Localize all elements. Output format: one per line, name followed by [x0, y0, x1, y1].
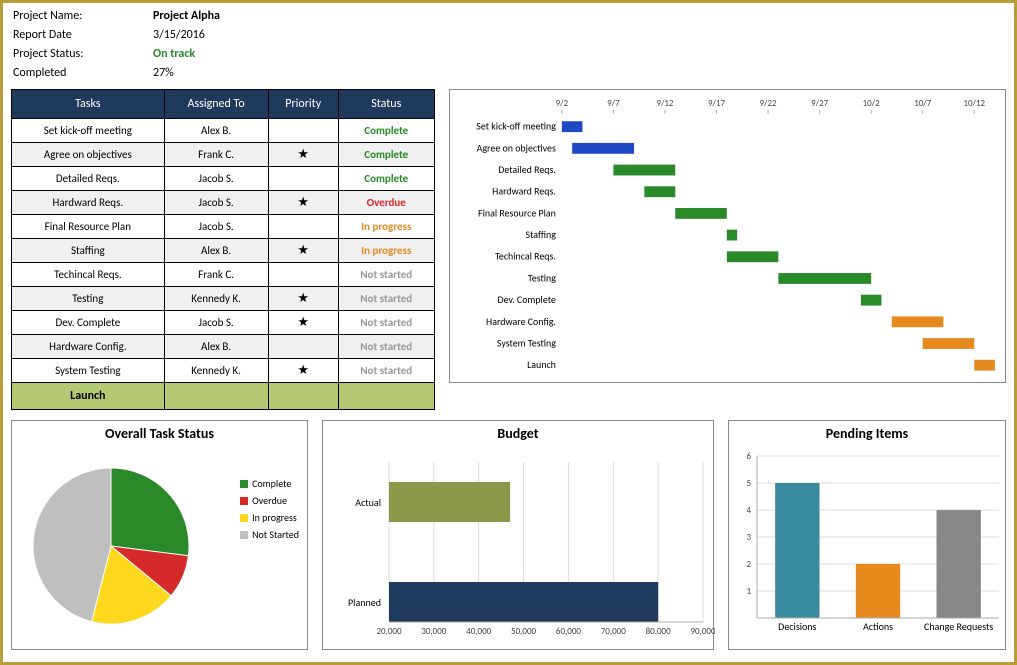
completed-value: 27% [153, 64, 174, 83]
col-header: Priority [268, 90, 338, 119]
report-date-label: Report Date [13, 26, 113, 45]
table-row: Techincal Reqs.Frank C.Not started [12, 263, 435, 287]
pending-title: Pending Items [729, 421, 1005, 442]
budget-chart-card: Budget 20,000 30,000 40,000 50,000 60,000 70,… [322, 420, 714, 650]
svg-text:6: 6 [746, 451, 751, 462]
col-header: Assigned To [164, 90, 268, 119]
svg-text:2: 2 [746, 559, 751, 570]
col-header: Tasks [12, 90, 165, 119]
svg-text:9/2: 9/2 [555, 98, 568, 109]
table-row: TestingKennedy K.★Not started [12, 287, 435, 311]
svg-text:Actions: Actions [863, 620, 893, 633]
star-icon: ★ [297, 243, 309, 258]
svg-text:70,000: 70,000 [601, 626, 626, 637]
star-icon: ★ [297, 147, 309, 162]
svg-text:20,000: 20,000 [376, 626, 401, 637]
tasks-table: TasksAssigned ToPriorityStatus Set kick-… [11, 89, 435, 410]
svg-text:4: 4 [746, 505, 751, 516]
table-row: System TestingKennedy K.★Not started [12, 359, 435, 383]
legend-swatch [240, 531, 248, 539]
star-icon: ★ [297, 363, 309, 378]
svg-text:Change Requests: Change Requests [924, 620, 993, 633]
svg-text:9/27: 9/27 [811, 98, 828, 109]
star-icon: ★ [297, 291, 309, 306]
legend-swatch [240, 514, 248, 522]
svg-text:Launch: Launch [527, 359, 556, 371]
svg-text:Dev. Complete: Dev. Complete [497, 294, 555, 306]
svg-text:10/2: 10/2 [862, 98, 879, 109]
pie-chart-card: Overall Task Status Complete Overdue In pr… [11, 420, 308, 650]
report-date-value: 3/15/2016 [153, 26, 205, 45]
project-status-label: Project Status: [13, 45, 113, 64]
legend-label: Complete [252, 477, 291, 490]
svg-text:Final Resource Plan: Final Resource Plan [478, 207, 556, 219]
legend-swatch [240, 497, 248, 505]
svg-text:9/22: 9/22 [759, 98, 776, 109]
pie-legend: Complete Overdue In progress Not Started [240, 477, 299, 545]
table-row: StaffingAlex B.★In progress [12, 239, 435, 263]
legend-swatch [240, 480, 248, 488]
gantt-chart: 9/2 9/7 9/12 9/17 9/22 9/27 10/2 10/7 10/12 Set k… [449, 89, 1006, 383]
svg-text:5: 5 [746, 478, 751, 489]
completed-label: Completed [13, 64, 113, 83]
svg-text:9/17: 9/17 [708, 98, 725, 109]
svg-text:Set kick-off meeting: Set kick-off meeting [476, 121, 556, 133]
svg-text:System Testing: System Testing [496, 337, 555, 349]
svg-text:1: 1 [746, 586, 751, 597]
pending-chart-card: Pending Items 1 2 3 4 5 6 Decisions Actions Chan… [728, 420, 1006, 650]
legend-label: Overdue [252, 494, 287, 507]
svg-text:9/12: 9/12 [656, 98, 673, 109]
table-row: Set kick-off meetingAlex B.Complete [12, 119, 435, 143]
svg-text:80,000: 80,000 [646, 626, 671, 637]
launch-row: Launch [12, 383, 435, 410]
project-name-value: Project Alpha [153, 7, 220, 26]
table-row: Hardware Config.Alex B.Not started [12, 335, 435, 359]
legend-label: Not Started [252, 528, 299, 541]
svg-text:Hardware Config.: Hardware Config. [486, 316, 556, 328]
table-row: Agree on objectivesFrank C.★Complete [12, 143, 435, 167]
project-status-value: On track [153, 45, 195, 64]
svg-text:3: 3 [746, 532, 751, 543]
svg-text:Agree on objectives: Agree on objectives [476, 142, 555, 154]
project-name-label: Project Name: [13, 7, 113, 26]
svg-text:40,000: 40,000 [466, 626, 491, 637]
svg-text:30,000: 30,000 [421, 626, 446, 637]
legend-label: In progress [252, 511, 297, 524]
svg-text:90,000: 90,000 [690, 626, 715, 637]
pie-title: Overall Task Status [12, 421, 307, 442]
table-row: Dev. CompleteJacob S.★Not started [12, 311, 435, 335]
col-header: Status [338, 90, 434, 119]
svg-text:Testing: Testing [527, 272, 555, 284]
star-icon: ★ [297, 195, 309, 210]
svg-text:50,000: 50,000 [511, 626, 536, 637]
svg-text:Decisions: Decisions [778, 620, 816, 633]
svg-text:60,000: 60,000 [556, 626, 581, 637]
svg-text:Techincal Reqs.: Techincal Reqs. [495, 251, 556, 263]
svg-text:Planned: Planned [348, 596, 381, 609]
svg-text:10/12: 10/12 [963, 98, 985, 109]
svg-text:10/7: 10/7 [914, 98, 931, 109]
svg-text:9/7: 9/7 [607, 98, 620, 109]
svg-text:Staffing: Staffing [525, 229, 556, 241]
table-row: Final Resource PlanJacob S.In progress [12, 215, 435, 239]
star-icon: ★ [297, 315, 309, 330]
table-row: Hardward Reqs.Jacob S.★Overdue [12, 191, 435, 215]
project-header: Project Name: Project Alpha Report Date 3/… [3, 3, 1014, 85]
svg-text:Actual: Actual [355, 496, 381, 509]
svg-text:Detailed Reqs.: Detailed Reqs. [498, 164, 556, 176]
svg-text:Hardward Reqs.: Hardward Reqs. [492, 186, 556, 198]
budget-title: Budget [323, 421, 713, 442]
table-row: Detailed Reqs.Jacob S.Complete [12, 167, 435, 191]
